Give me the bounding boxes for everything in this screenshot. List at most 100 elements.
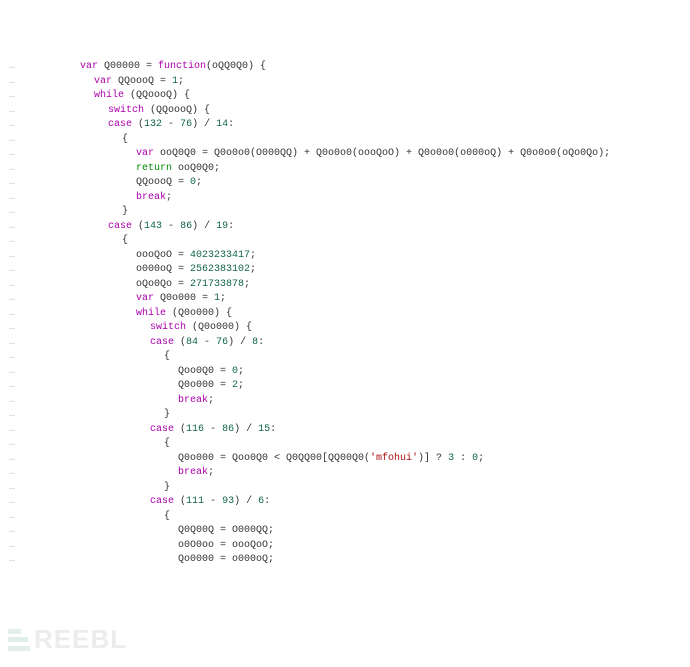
fold-gutter-marker[interactable]: … bbox=[0, 336, 24, 351]
code-content[interactable]: var Q00000 = function(oQQ0Q0) { bbox=[80, 60, 690, 75]
fold-gutter-marker[interactable]: … bbox=[0, 133, 24, 148]
code-line[interactable]: … while (QQoooQ) { bbox=[0, 89, 690, 104]
code-line[interactable]: … oooQoO = 4023233417; bbox=[0, 249, 690, 264]
fold-gutter-marker[interactable]: … bbox=[0, 205, 24, 220]
code-content[interactable]: } bbox=[164, 408, 690, 423]
fold-gutter-marker[interactable]: … bbox=[0, 104, 24, 119]
code-line[interactable]: … Qoo0Q0 = 0; bbox=[0, 365, 690, 380]
code-content[interactable]: switch (QQoooQ) { bbox=[108, 104, 690, 119]
code-line[interactable]: … case (132 - 76) / 14: bbox=[0, 118, 690, 133]
fold-gutter-marker[interactable]: … bbox=[0, 191, 24, 206]
code-content[interactable]: { bbox=[122, 234, 690, 249]
fold-gutter-marker[interactable]: … bbox=[0, 539, 24, 554]
code-content[interactable]: while (Q0o000) { bbox=[136, 307, 690, 322]
code-line[interactable]: … var Q00000 = function(oQQ0Q0) { bbox=[0, 60, 690, 75]
code-content[interactable]: Q0o000 = 2; bbox=[178, 379, 690, 394]
fold-gutter-marker[interactable]: … bbox=[0, 321, 24, 336]
code-content[interactable]: QQoooQ = 0; bbox=[136, 176, 690, 191]
code-content[interactable]: break; bbox=[178, 394, 690, 409]
fold-gutter-marker[interactable]: … bbox=[0, 510, 24, 525]
code-content[interactable]: Qo0000 = o000oQ; bbox=[178, 553, 690, 565]
code-line[interactable]: …{ bbox=[0, 234, 690, 249]
code-line[interactable]: … break; bbox=[0, 191, 690, 206]
code-line[interactable]: … case (84 - 76) / 8: bbox=[0, 336, 690, 351]
code-content[interactable]: switch (Q0o000) { bbox=[150, 321, 690, 336]
fold-gutter-marker[interactable]: … bbox=[0, 249, 24, 264]
code-content[interactable]: Q0o000 = Qoo0Q0 < Q0QQ00[QQ00Q0('mfohui'… bbox=[178, 452, 690, 467]
fold-gutter-marker[interactable]: … bbox=[0, 452, 24, 467]
code-line[interactable]: … QQoooQ = 0; bbox=[0, 176, 690, 191]
code-line[interactable]: … var ooQ0Q0 = Q0o0o0(O000QQ) + Q0o0o0(oo… bbox=[0, 147, 690, 162]
fold-gutter-marker[interactable]: … bbox=[0, 75, 24, 90]
code-line[interactable]: … o0O0oo = oooQoO; bbox=[0, 539, 690, 554]
fold-gutter-marker[interactable]: … bbox=[0, 220, 24, 235]
code-content[interactable]: } bbox=[164, 481, 690, 496]
code-content[interactable]: var ooQ0Q0 = Q0o0o0(O000QQ) + Q0o0o0(ooo… bbox=[136, 147, 690, 162]
code-line[interactable]: … var Q0o000 = 1; bbox=[0, 292, 690, 307]
fold-gutter-marker[interactable]: … bbox=[0, 553, 24, 565]
code-content[interactable]: break; bbox=[178, 466, 690, 481]
code-content[interactable]: case (143 - 86) / 19: bbox=[108, 220, 690, 235]
code-line[interactable]: … while (Q0o000) { bbox=[0, 307, 690, 322]
fold-gutter-marker[interactable]: … bbox=[0, 394, 24, 409]
fold-gutter-marker[interactable]: … bbox=[0, 437, 24, 452]
code-editor[interactable]: … var Q00000 = function(oQQ0Q0) { … var QQo… bbox=[0, 58, 690, 565]
code-content[interactable]: } bbox=[122, 205, 690, 220]
code-line[interactable]: …} bbox=[0, 205, 690, 220]
fold-gutter-marker[interactable]: … bbox=[0, 118, 24, 133]
code-content[interactable]: var QQoooQ = 1; bbox=[94, 75, 690, 90]
code-line[interactable]: … case (116 - 86) / 15: bbox=[0, 423, 690, 438]
fold-gutter-marker[interactable]: … bbox=[0, 350, 24, 365]
code-line[interactable]: … Qo0000 = o000oQ; bbox=[0, 553, 690, 565]
fold-gutter-marker[interactable]: … bbox=[0, 147, 24, 162]
code-content[interactable]: o0O0oo = oooQoO; bbox=[178, 539, 690, 554]
code-content[interactable]: { bbox=[164, 437, 690, 452]
fold-gutter-marker[interactable]: … bbox=[0, 408, 24, 423]
fold-gutter-marker[interactable]: … bbox=[0, 89, 24, 104]
code-line[interactable]: … case (111 - 93) / 6: bbox=[0, 495, 690, 510]
fold-gutter-marker[interactable]: … bbox=[0, 60, 24, 75]
fold-gutter-marker[interactable]: … bbox=[0, 495, 24, 510]
code-line[interactable]: … switch (QQoooQ) { bbox=[0, 104, 690, 119]
code-content[interactable]: { bbox=[164, 350, 690, 365]
code-content[interactable]: Q0Q00Q = O000QQ; bbox=[178, 524, 690, 539]
fold-gutter-marker[interactable]: … bbox=[0, 307, 24, 322]
code-content[interactable]: case (116 - 86) / 15: bbox=[150, 423, 690, 438]
code-line[interactable]: …{ bbox=[0, 510, 690, 525]
code-content[interactable]: while (QQoooQ) { bbox=[94, 89, 690, 104]
code-content[interactable]: oQo0Qo = 271733878; bbox=[136, 278, 690, 293]
fold-gutter-marker[interactable]: … bbox=[0, 423, 24, 438]
code-content[interactable]: case (84 - 76) / 8: bbox=[150, 336, 690, 351]
fold-gutter-marker[interactable]: … bbox=[0, 524, 24, 539]
code-line[interactable]: … case (143 - 86) / 19: bbox=[0, 220, 690, 235]
code-line[interactable]: … Q0o000 = Qoo0Q0 < Q0QQ00[QQ00Q0('mfohui… bbox=[0, 452, 690, 467]
fold-gutter-marker[interactable]: … bbox=[0, 162, 24, 177]
code-content[interactable]: return ooQ0Q0; bbox=[136, 162, 690, 177]
fold-gutter-marker[interactable]: … bbox=[0, 481, 24, 496]
code-content[interactable]: { bbox=[122, 133, 690, 148]
fold-gutter-marker[interactable]: … bbox=[0, 176, 24, 191]
code-content[interactable]: case (132 - 76) / 14: bbox=[108, 118, 690, 133]
fold-gutter-marker[interactable]: … bbox=[0, 263, 24, 278]
code-line[interactable]: … switch (Q0o000) { bbox=[0, 321, 690, 336]
code-line[interactable]: …{ bbox=[0, 350, 690, 365]
code-content[interactable]: o000oQ = 2562383102; bbox=[136, 263, 690, 278]
code-content[interactable]: { bbox=[164, 510, 690, 525]
code-content[interactable]: case (111 - 93) / 6: bbox=[150, 495, 690, 510]
fold-gutter-marker[interactable]: … bbox=[0, 365, 24, 380]
fold-gutter-marker[interactable]: … bbox=[0, 278, 24, 293]
code-line[interactable]: … var QQoooQ = 1; bbox=[0, 75, 690, 90]
code-line[interactable]: … return ooQ0Q0; bbox=[0, 162, 690, 177]
code-content[interactable]: Qoo0Q0 = 0; bbox=[178, 365, 690, 380]
code-content[interactable]: break; bbox=[136, 191, 690, 206]
code-line[interactable]: …{ bbox=[0, 437, 690, 452]
code-content[interactable]: var Q0o000 = 1; bbox=[136, 292, 690, 307]
code-line[interactable]: … Q0Q00Q = O000QQ; bbox=[0, 524, 690, 539]
fold-gutter-marker[interactable]: … bbox=[0, 234, 24, 249]
fold-gutter-marker[interactable]: … bbox=[0, 379, 24, 394]
code-line[interactable]: … break; bbox=[0, 394, 690, 409]
code-line[interactable]: … o000oQ = 2562383102; bbox=[0, 263, 690, 278]
code-content[interactable]: oooQoO = 4023233417; bbox=[136, 249, 690, 264]
fold-gutter-marker[interactable]: … bbox=[0, 292, 24, 307]
code-line[interactable]: … Q0o000 = 2; bbox=[0, 379, 690, 394]
